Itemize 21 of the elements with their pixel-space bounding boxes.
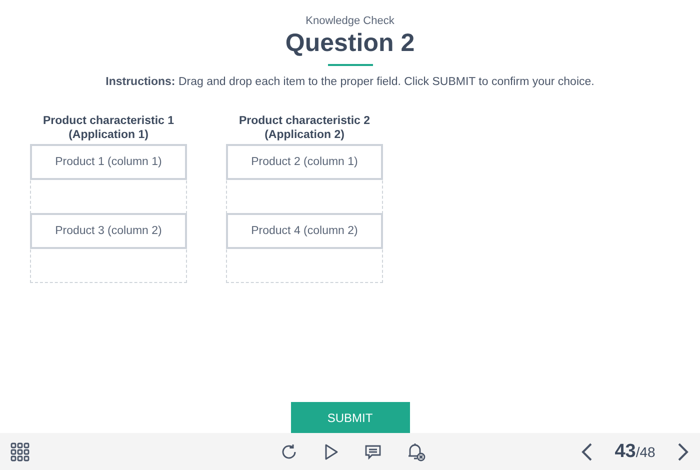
page-counter: 43/48: [614, 440, 656, 462]
next-icon[interactable]: [676, 442, 690, 462]
question-title: Question 2: [285, 29, 415, 58]
column-heading: Product characteristic 2 (Application 2): [238, 114, 372, 142]
column-heading: Product characteristic 1 (Application 1): [42, 114, 176, 142]
grid-menu-icon[interactable]: [10, 442, 30, 462]
previous-icon[interactable]: [580, 442, 594, 462]
drop-zone[interactable]: Product 1 (column 1): [30, 145, 187, 214]
chat-icon[interactable]: [364, 442, 382, 460]
replay-icon[interactable]: [280, 442, 298, 460]
drag-item[interactable]: Product 1 (column 1): [30, 144, 187, 180]
section-label: Knowledge Check: [306, 15, 394, 27]
drag-item[interactable]: Product 3 (column 2): [30, 213, 187, 249]
drop-zone[interactable]: Product 2 (column 1): [226, 145, 383, 214]
instructions-text: Instructions: Drag and drop each item to the proper field. Click SUBMIT to confirm your choice.: [106, 76, 594, 88]
submit-button[interactable]: SUBMIT: [290, 402, 410, 433]
drop-zone[interactable]: Product 3 (column 2): [30, 214, 187, 283]
drag-item[interactable]: Product 4 (column 2): [226, 213, 383, 249]
drag-item[interactable]: Product 2 (column 1): [226, 144, 383, 180]
bell-muted-icon[interactable]: [406, 442, 426, 462]
drop-zone[interactable]: Product 4 (column 2): [226, 214, 383, 283]
